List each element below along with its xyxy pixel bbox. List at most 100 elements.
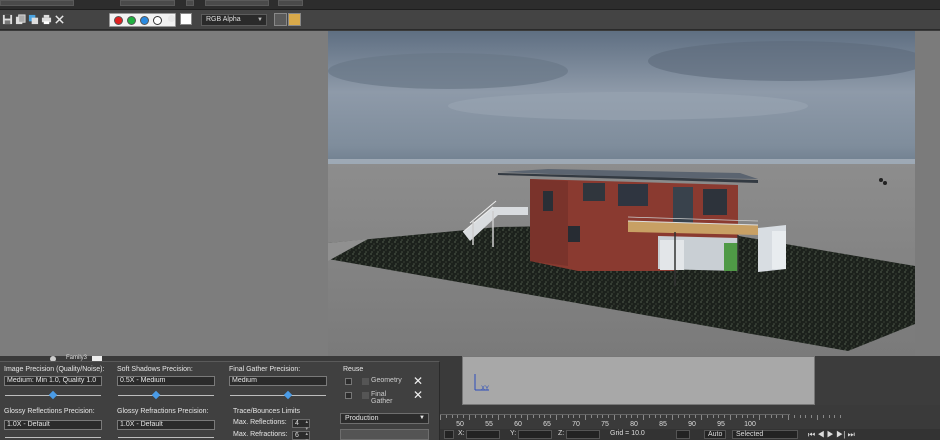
toggle-ui-button[interactable] <box>288 13 301 26</box>
copy-image-icon[interactable] <box>15 14 26 25</box>
lock-selection-button[interactable] <box>444 430 454 439</box>
reuse-label: Reuse <box>343 366 364 373</box>
soft-shadows-slider[interactable] <box>118 390 214 400</box>
perspective-viewport[interactable]: XY <box>462 356 815 405</box>
max-refractions-label: Max. Refractions: <box>233 431 288 438</box>
top-strip <box>0 0 940 10</box>
timeline-tick <box>643 415 644 420</box>
image-precision-slider[interactable] <box>5 390 101 400</box>
lock-toggle[interactable] <box>345 378 352 385</box>
glossy-reflections-label: Glossy Reflections Precision: <box>4 408 95 415</box>
channel-toggles <box>109 13 176 27</box>
geometry-label: Geometry <box>371 377 402 384</box>
blue-channel-button[interactable] <box>140 16 149 25</box>
channel-dropdown[interactable]: RGB Alpha ▼ <box>201 14 267 26</box>
display-window-button[interactable] <box>274 13 287 26</box>
final-gather-slider[interactable] <box>230 390 326 400</box>
trace-bounces-label: Trace/Bounces Limits <box>233 408 301 415</box>
key-filter-dropdown[interactable]: Selected <box>732 430 798 439</box>
print-icon[interactable] <box>41 14 52 25</box>
timeline-tick <box>567 415 569 418</box>
monochrome-button[interactable] <box>168 15 175 22</box>
right-gray-pane <box>915 31 940 356</box>
clone-frame-icon[interactable] <box>28 14 39 25</box>
slider-thumb[interactable] <box>48 390 58 400</box>
x-coord-field[interactable] <box>466 430 500 439</box>
top-stub[interactable] <box>186 0 194 6</box>
timeline-tick <box>486 415 488 418</box>
slider-thumb[interactable] <box>283 390 292 400</box>
timeline-tick <box>469 415 470 420</box>
top-stub[interactable] <box>0 0 74 6</box>
timeline-label: 100 <box>744 421 756 428</box>
timeline-label: 90 <box>688 421 696 428</box>
time-ruler[interactable]: 50 55 60 65 70 75 80 85 90 95 100 <box>440 414 842 428</box>
timeline-tick <box>451 415 453 418</box>
glossy-refractions-slider[interactable] <box>118 434 214 440</box>
glossy-reflections-field[interactable]: 1.0X - Default <box>4 420 102 430</box>
timeline-label: 75 <box>601 421 609 428</box>
z-coord-field[interactable] <box>566 430 600 439</box>
timeline-tick <box>631 415 633 418</box>
slider-thumb[interactable] <box>152 390 161 400</box>
timeline-tick <box>637 415 639 418</box>
timeline-tick <box>822 415 824 418</box>
playback-controls[interactable]: ⏮ ◀ ▶ ▶| ⏭ <box>808 430 855 440</box>
timeline-tick <box>614 415 615 420</box>
chevron-down-icon: ▼ <box>257 17 263 23</box>
timeline-label: 85 <box>659 421 667 428</box>
geometry-checkbox[interactable] <box>362 378 369 385</box>
red-channel-button[interactable] <box>114 16 123 25</box>
alpha-channel-button[interactable] <box>153 16 162 25</box>
top-stub[interactable] <box>120 0 175 6</box>
render-frame-background <box>0 31 328 361</box>
clear-final-gather-cache-icon[interactable]: ✕ <box>413 388 423 402</box>
top-stub[interactable] <box>278 0 303 6</box>
max-refractions-spinner[interactable]: 6 ▴▾ <box>292 431 310 440</box>
key-button[interactable] <box>676 430 690 439</box>
timeline-tick <box>602 415 604 418</box>
timeline-tick <box>730 415 731 420</box>
render-button[interactable] <box>340 429 429 440</box>
timeline-tick <box>683 415 685 418</box>
timeline-tick <box>677 415 679 418</box>
timeline-tick <box>689 415 691 418</box>
glossy-refractions-field[interactable]: 1.0X - Default <box>117 420 215 430</box>
timeline-tick <box>521 415 523 418</box>
timeline-label: 70 <box>572 421 580 428</box>
timeline-tick <box>764 415 766 418</box>
timeline-tick <box>735 415 737 418</box>
timeline-tick <box>788 415 789 420</box>
clear-color-swatch[interactable] <box>180 13 192 25</box>
timeline-tick <box>532 415 534 418</box>
render-frame-toolbar: RGB Alpha ▼ <box>0 10 940 30</box>
final-gather-precision-field[interactable]: Medium <box>229 376 327 386</box>
final-gather-checkbox[interactable] <box>362 392 369 399</box>
rendered-image <box>328 31 915 356</box>
timeline-tick <box>625 415 627 418</box>
timeline-tick <box>457 415 459 418</box>
timeline-tick <box>718 415 720 418</box>
timeline-tick <box>556 415 557 420</box>
clear-icon[interactable] <box>54 14 65 25</box>
clear-geometry-cache-icon[interactable]: ✕ <box>413 374 423 388</box>
status-bar: X: Y: Z: Grid = 10.0 Auto Selected ⏮ ◀ ▶… <box>440 429 940 440</box>
grid-readout: Grid = 10.0 <box>610 430 645 437</box>
lock-toggle[interactable] <box>345 392 352 399</box>
glossy-refractions-label: Glossy Refractions Precision: <box>117 408 209 415</box>
glossy-reflections-slider[interactable] <box>5 434 101 440</box>
image-precision-field[interactable]: Medium: Min 1.0, Quality 1.0 <box>4 376 102 386</box>
timeline-tick <box>445 415 447 418</box>
timeline-label: 60 <box>514 421 522 428</box>
final-gather-precision-label: Final Gather Precision: <box>229 366 301 373</box>
green-channel-button[interactable] <box>127 16 136 25</box>
render-preset-dropdown[interactable]: Production ▼ <box>340 413 429 424</box>
timeline-tick <box>747 415 749 418</box>
max-reflections-spinner[interactable]: 4 ▴ ▾ <box>292 419 310 432</box>
soft-shadows-field[interactable]: 0.5X - Medium <box>117 376 215 386</box>
y-coord-field[interactable] <box>518 430 552 439</box>
top-stub[interactable] <box>205 0 269 6</box>
timeline-tick <box>515 415 517 418</box>
auto-key-button[interactable]: Auto <box>704 430 726 439</box>
save-icon[interactable] <box>2 14 13 25</box>
